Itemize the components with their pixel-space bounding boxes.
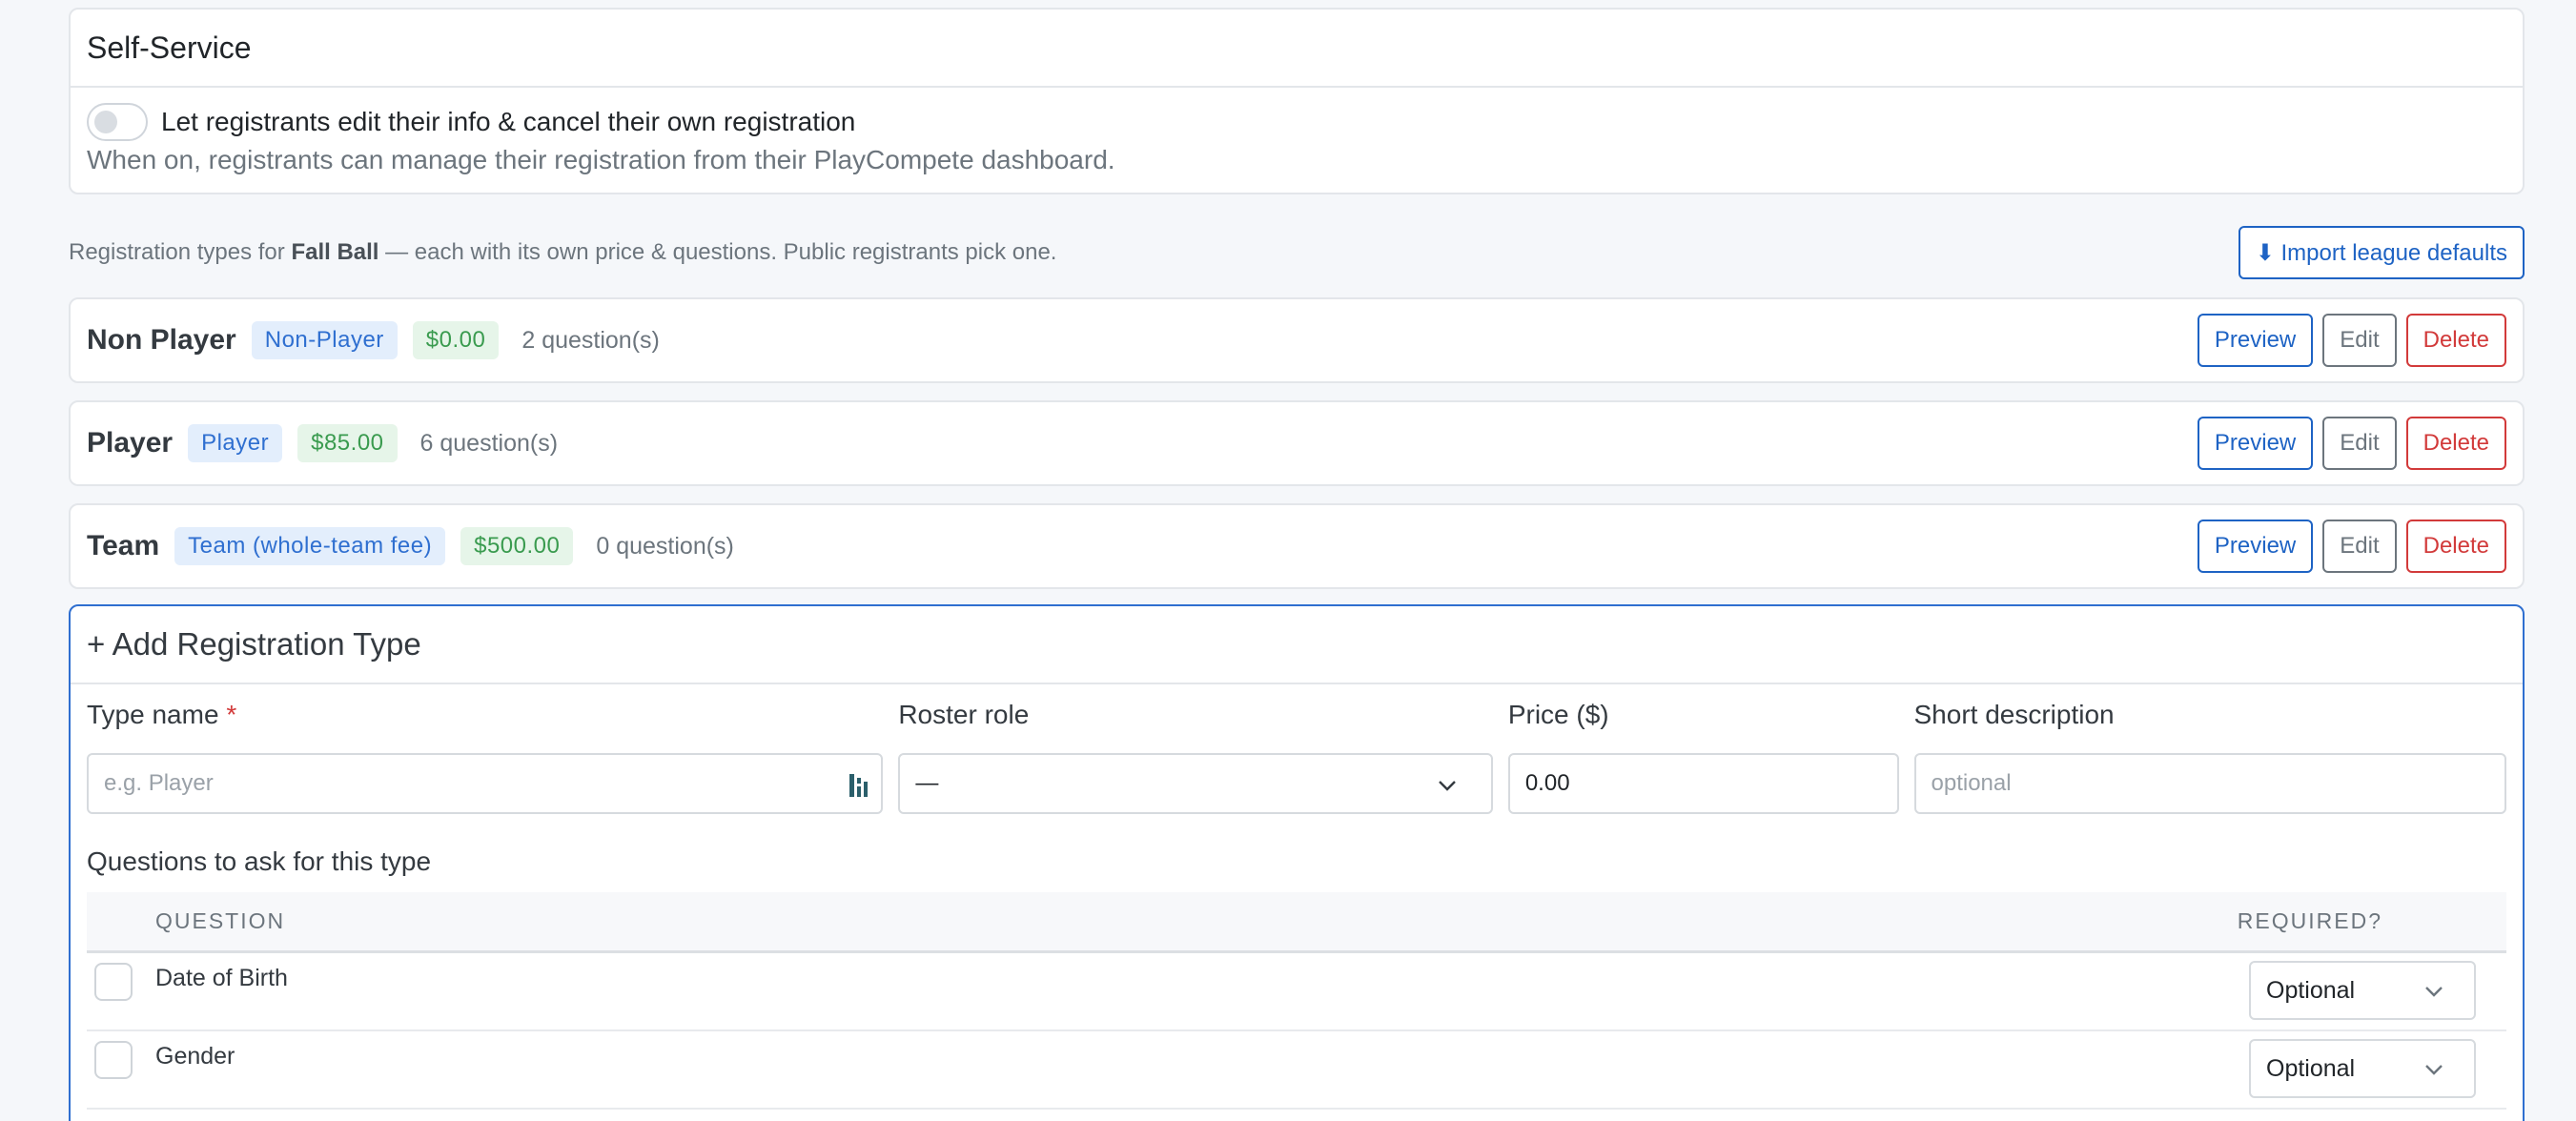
price-input[interactable]: 0.00 bbox=[1507, 753, 1899, 814]
self-service-title: Self-Service bbox=[71, 10, 2523, 88]
type-name: Player bbox=[87, 427, 174, 459]
price-field-group: Price ($) 0.00 bbox=[1507, 700, 1899, 814]
chevron-down-icon bbox=[2425, 1065, 2443, 1075]
registration-type-list: Non Player Non-Player $0.00 2 question(s… bbox=[69, 297, 2525, 589]
question-label: Gender bbox=[155, 1043, 235, 1070]
required-select[interactable]: Optional bbox=[2249, 961, 2476, 1020]
league-name: Fall Ball bbox=[291, 239, 379, 265]
registration-types-intro: Registration types for Fall Ball — each … bbox=[69, 239, 1057, 265]
self-service-help-text: When on, registrants can manage their re… bbox=[87, 145, 1115, 174]
registration-type-row: Non Player Non-Player $0.00 2 question(s… bbox=[69, 297, 2525, 383]
edit-button[interactable]: Edit bbox=[2322, 417, 2397, 470]
question-row: Date of Birth Optional bbox=[87, 953, 2506, 1031]
delete-button[interactable]: Delete bbox=[2405, 520, 2506, 573]
question-label: Date of Birth bbox=[155, 965, 288, 991]
question-count: 6 question(s) bbox=[419, 429, 559, 457]
roster-role-badge: Player bbox=[188, 424, 283, 462]
type-name-label: Type name * bbox=[87, 700, 237, 729]
price-badge: $500.00 bbox=[460, 527, 574, 565]
type-name-field-group: Type name * e.g. Player bbox=[87, 700, 884, 814]
preview-button[interactable]: Preview bbox=[2197, 520, 2314, 573]
self-service-toggle[interactable] bbox=[87, 103, 148, 141]
question-count: 2 question(s) bbox=[521, 326, 660, 354]
delete-button[interactable]: Delete bbox=[2405, 417, 2506, 470]
chevron-down-icon bbox=[2425, 987, 2443, 997]
registration-type-row: Player Player $85.00 6 question(s) Previ… bbox=[69, 400, 2525, 486]
required-select[interactable]: Optional bbox=[2249, 1039, 2476, 1098]
required-asterisk: * bbox=[226, 700, 237, 729]
price-label: Price ($) bbox=[1507, 700, 1609, 729]
questions-table: QUESTION REQUIRED? Date of Birth Optiona… bbox=[87, 892, 2506, 1110]
price-badge: $85.00 bbox=[297, 424, 398, 462]
preview-button[interactable]: Preview bbox=[2197, 417, 2314, 470]
questions-section-title: Questions to ask for this type bbox=[87, 846, 432, 876]
self-service-toggle-label: Let registrants edit their info & cancel… bbox=[161, 107, 856, 136]
question-checkbox[interactable] bbox=[94, 1041, 133, 1079]
edit-button[interactable]: Edit bbox=[2322, 520, 2397, 573]
registration-types-page: Self-Service Let registrants edit their … bbox=[69, 0, 2525, 1121]
column-header-required: REQUIRED? bbox=[2237, 908, 2382, 933]
question-count: 0 question(s) bbox=[596, 532, 734, 560]
question-checkbox[interactable] bbox=[94, 963, 133, 1001]
roster-role-label: Roster role bbox=[898, 700, 1030, 729]
roster-role-select[interactable]: — bbox=[898, 753, 1493, 814]
delete-button[interactable]: Delete bbox=[2405, 314, 2506, 367]
short-description-label: Short description bbox=[1913, 700, 2115, 729]
short-description-field-group: Short description optional bbox=[1913, 700, 2506, 814]
type-name-input[interactable]: e.g. Player bbox=[87, 753, 884, 814]
roster-role-badge: Team (whole-team fee) bbox=[174, 527, 446, 565]
price-badge: $0.00 bbox=[412, 321, 500, 359]
chevron-down-icon bbox=[1438, 781, 1456, 791]
type-name: Non Player bbox=[87, 324, 236, 356]
type-name: Team bbox=[87, 530, 160, 561]
import-league-defaults-button[interactable]: ⬇ Import league defaults bbox=[2238, 226, 2525, 279]
registration-type-row: Team Team (whole-team fee) $500.00 0 que… bbox=[69, 503, 2525, 589]
short-description-input[interactable]: optional bbox=[1913, 753, 2506, 814]
toggle-knob bbox=[94, 111, 117, 133]
questions-table-header: QUESTION REQUIRED? bbox=[87, 892, 2506, 953]
add-registration-type-title: + Add Registration Type bbox=[71, 606, 2523, 684]
password-manager-icon[interactable] bbox=[848, 772, 869, 799]
preview-button[interactable]: Preview bbox=[2197, 314, 2314, 367]
column-header-question: QUESTION bbox=[155, 908, 286, 933]
roster-role-field-group: Roster role — bbox=[898, 700, 1493, 814]
roster-role-badge: Non-Player bbox=[251, 321, 398, 359]
add-registration-type-card: + Add Registration Type Type name * e.g.… bbox=[69, 604, 2525, 1121]
self-service-card: Self-Service Let registrants edit their … bbox=[69, 8, 2525, 194]
question-row: Gender Optional bbox=[87, 1031, 2506, 1110]
edit-button[interactable]: Edit bbox=[2322, 314, 2397, 367]
